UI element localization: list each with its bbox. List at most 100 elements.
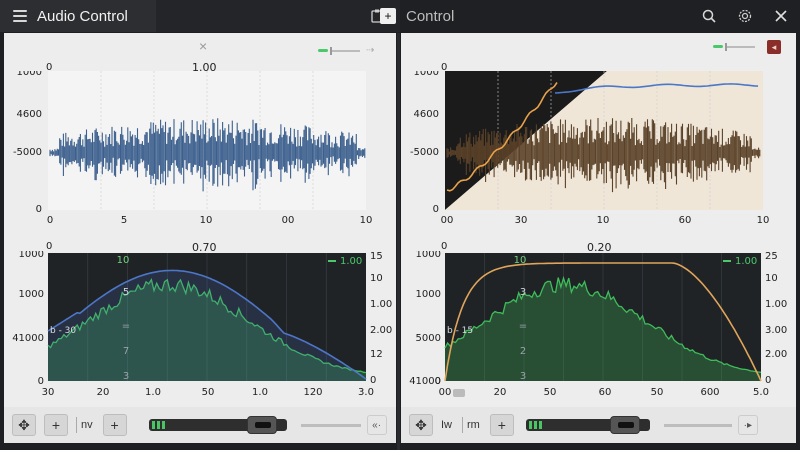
plus-icon[interactable]: + <box>380 8 396 24</box>
inner-label: 3 <box>123 371 129 382</box>
y-tick-label: 1000 <box>17 71 42 78</box>
y-tick-label: -5000 <box>13 147 42 158</box>
slider-knob[interactable] <box>246 416 277 434</box>
inner-label: 2 <box>520 346 526 357</box>
x-tick-label: 1.0 <box>252 387 268 398</box>
y-tick-label: -5000 <box>410 147 439 158</box>
y-tick-label: 41000 <box>12 333 44 344</box>
y2-tick-label: 0 <box>765 375 771 386</box>
move-icon[interactable]: ✥ <box>12 414 36 436</box>
x-tick-label: 50 <box>544 387 557 398</box>
right-toolbar: ✥ Iw rm + ·▸ <box>401 407 796 443</box>
x-tick-label: 10 <box>757 215 770 226</box>
left-panel: × ⇢ 0 1.00 1000 4600 -5000 0 0 5 10 00 10 0 0.70… <box>4 33 396 443</box>
control-title: Control <box>406 7 455 25</box>
inner-label: = <box>519 321 527 332</box>
bottom-right-curve-chart: 10001000500041000025101.003.002.00000 20 5… <box>409 251 787 398</box>
x-tick-label: 600 <box>700 387 719 398</box>
add-button-2[interactable]: + <box>102 414 127 436</box>
x-tick-label: 3.0 <box>358 387 374 398</box>
y2-tick-label: 1.00 <box>765 299 787 310</box>
x-tick-label: 20 <box>494 387 507 398</box>
right-panel: ◂ 0 1000 4600 -5000 0 00 30 10 60 10 0 0.20 1000… <box>401 33 796 443</box>
legend-label: 1.00 <box>340 256 362 267</box>
y2-tick-label: 10 <box>370 273 383 284</box>
y-tick-label: 0 <box>38 376 44 387</box>
x-tick-label: 20 <box>97 387 110 398</box>
y-tick-label: 4600 <box>414 109 439 120</box>
inner-label: 5 <box>123 287 129 298</box>
position-slider[interactable] <box>148 416 287 434</box>
record-icon[interactable]: ◂ <box>767 40 781 54</box>
y-tick-label: 1000 <box>414 71 439 78</box>
y-tick-label: 5000 <box>416 333 441 344</box>
y-tick-label: 1000 <box>19 289 44 300</box>
x-tick-label: 00 <box>439 387 452 398</box>
x-tick-label: 00 <box>441 215 454 226</box>
volume-icon[interactable]: ·▸ <box>737 415 758 435</box>
volume-bar[interactable] <box>663 423 732 427</box>
scroll-chip[interactable] <box>453 389 465 397</box>
arrows-icon: ⇢ <box>366 45 375 56</box>
toolbar-separator <box>76 417 77 433</box>
inner-label: b - 15 <box>447 326 473 336</box>
add-button[interactable]: + <box>44 414 68 436</box>
toolbar-label: nv <box>81 419 93 431</box>
x-tick-label: 30 <box>42 387 55 398</box>
title-bar: Audio Control + Control <box>0 0 800 32</box>
x-tick-label: 60 <box>599 387 612 398</box>
toolbar-label: Iw <box>441 419 452 431</box>
mini-slider[interactable] <box>713 42 755 51</box>
position-slider[interactable] <box>525 416 650 434</box>
app-tab[interactable]: Audio Control <box>0 0 156 32</box>
inner-label: b - 30 <box>50 326 76 336</box>
x-tick-label: 5.0 <box>753 387 769 398</box>
x-tick-label: 10 <box>360 215 373 226</box>
toolbar-label-2: rm <box>467 419 480 431</box>
slider-knob[interactable] <box>609 416 640 434</box>
inner-label: 10 <box>514 255 527 266</box>
x-tick-label: 5 <box>121 215 127 226</box>
x-tick-label: 50 <box>202 387 215 398</box>
y2-tick-label: 3.00 <box>765 325 787 336</box>
x-tick-label: 120 <box>303 387 322 398</box>
add-button[interactable]: + <box>489 414 514 436</box>
x-tick-label: 30 <box>515 215 528 226</box>
panel-divider[interactable] <box>397 33 400 450</box>
x-tick-label: 00 <box>282 215 295 226</box>
y2-tick-label: 1.00 <box>370 299 392 310</box>
y2-tick-label: 2.00 <box>765 349 787 360</box>
x-tick-label: 60 <box>679 215 692 226</box>
app-title: Audio Control <box>37 7 128 25</box>
close-icon[interactable]: × <box>199 38 207 54</box>
y-tick-label: 0 <box>36 204 42 215</box>
bottom-left-curve-chart: 1000100041000015101.002.0012030 20 1.0 50 1.… <box>12 251 392 398</box>
top-right-waveform-chart: 1000 4600 -5000 000 30 10 60 10 <box>410 71 770 226</box>
inner-label: = <box>122 321 130 332</box>
y2-tick-label: 0 <box>370 375 376 386</box>
y2-tick-label: 12 <box>370 349 383 360</box>
search-icon[interactable] <box>698 5 720 27</box>
y2-tick-label: 2.00 <box>370 325 392 336</box>
move-icon[interactable]: ✥ <box>409 414 433 436</box>
settings-icon[interactable] <box>734 5 756 27</box>
y-tick-label: 4600 <box>17 109 42 120</box>
legend-label: 1.00 <box>735 256 757 267</box>
inner-label: 3 <box>520 371 526 382</box>
top-left-waveform-chart: 10004600-500000 5 10 00 10 <box>13 71 373 226</box>
y-tick-label: 1000 <box>416 289 441 300</box>
volume-bar[interactable] <box>300 423 361 427</box>
y2-tick-label: 10 <box>765 273 778 284</box>
inner-label: 7 <box>123 346 129 357</box>
volume-icon[interactable]: «· <box>366 415 387 435</box>
x-tick-label: 0 <box>47 215 53 226</box>
y2-tick-label: 15 <box>370 251 383 262</box>
menu-icon[interactable] <box>13 10 27 22</box>
y-tick-label: 1000 <box>416 251 441 260</box>
title-bar-right: + Control <box>380 0 800 32</box>
title-bar-left: Audio Control <box>0 0 400 32</box>
left-toolbar: ✥ + nv + «· <box>4 407 396 443</box>
close-icon[interactable] <box>770 5 792 27</box>
x-tick-label: 1.0 <box>145 387 161 398</box>
mini-slider[interactable]: ⇢ <box>318 45 374 56</box>
